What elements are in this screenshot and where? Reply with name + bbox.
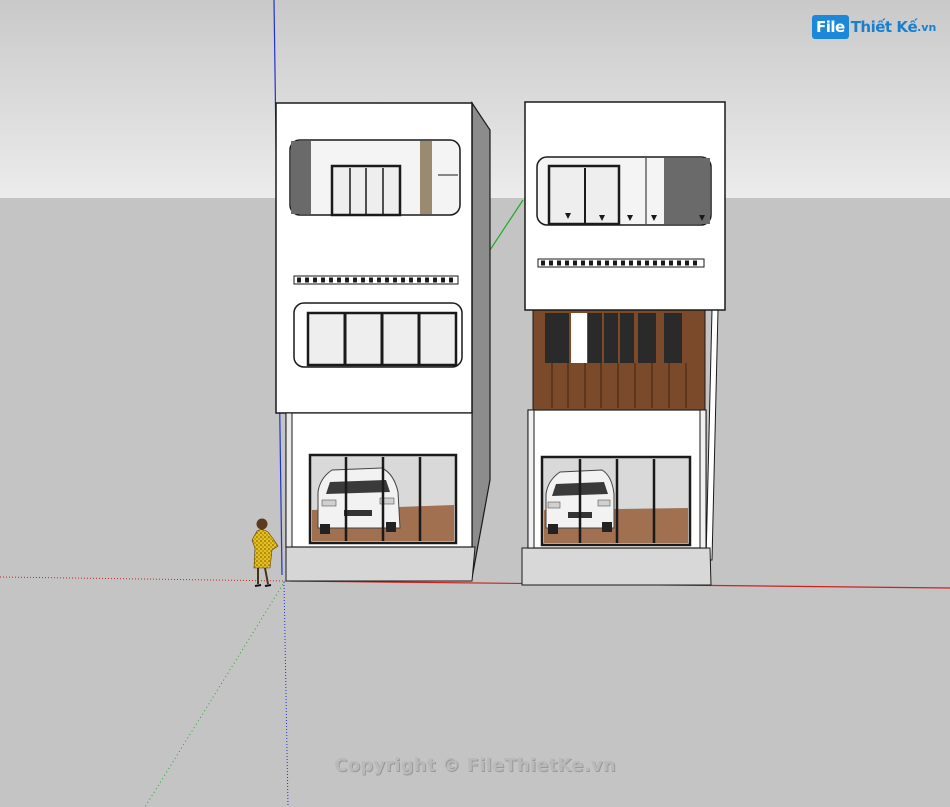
vent-slot xyxy=(305,277,309,283)
vent-slot xyxy=(345,277,349,283)
left-pillar xyxy=(527,409,535,549)
vent-slot xyxy=(669,260,673,266)
vent-slot xyxy=(313,277,317,283)
vent-slot xyxy=(425,277,429,283)
vent-slot xyxy=(433,277,437,283)
ground-slab xyxy=(285,546,476,582)
vent-slot xyxy=(353,277,357,283)
vent-slot xyxy=(401,277,405,283)
vent-slot xyxy=(613,260,617,266)
vent-slot xyxy=(637,260,641,266)
vent-slot xyxy=(409,277,413,283)
vent-slot xyxy=(685,260,689,266)
vent-slot xyxy=(661,260,665,266)
vent-slot xyxy=(361,277,365,283)
vent-slot xyxy=(645,260,649,266)
vent-slot xyxy=(297,277,301,283)
sketchup-viewport[interactable]: File Thiết Kế .vn Copyright © FileThietK… xyxy=(0,0,950,807)
vent-slot xyxy=(369,277,373,283)
vent-slot xyxy=(337,277,341,283)
ground-floor-pillar xyxy=(285,412,293,548)
vent-slot xyxy=(417,277,421,283)
vent-slot xyxy=(621,260,625,266)
window-gap xyxy=(571,313,587,363)
vent-slot xyxy=(589,260,593,266)
vent-slot xyxy=(385,277,389,283)
logo-tld-text: .vn xyxy=(917,20,937,34)
vent-slot xyxy=(653,260,657,266)
vent-slot xyxy=(573,260,577,266)
logo-file-badge: File xyxy=(812,15,849,39)
vent-slot xyxy=(557,260,561,266)
building-right[interactable] xyxy=(521,101,726,586)
vent-slot xyxy=(321,277,325,283)
building-left[interactable] xyxy=(275,101,491,582)
car-icon xyxy=(317,467,401,534)
top-window-dark-panel xyxy=(664,158,710,224)
watermark-logo: File Thiết Kế .vn xyxy=(812,12,936,42)
vent-strip xyxy=(537,258,705,268)
copyright-watermark: Copyright © FileThietKe.vn xyxy=(334,755,616,776)
vent-slot xyxy=(677,260,681,266)
vent-slot xyxy=(393,277,397,283)
top-window-dark-panel xyxy=(291,141,311,214)
ground-slab xyxy=(521,547,712,586)
vent-slot xyxy=(629,260,633,266)
vent-slot xyxy=(541,260,545,266)
wood-post xyxy=(420,141,432,214)
vent-slot xyxy=(449,277,453,283)
vent-slot xyxy=(441,277,445,283)
right-pillar xyxy=(699,409,707,549)
vent-slot xyxy=(581,260,585,266)
model-scene[interactable] xyxy=(0,0,950,807)
vent-strip xyxy=(293,275,459,285)
logo-brand-text: Thiết Kế xyxy=(850,18,918,36)
vent-slot xyxy=(597,260,601,266)
vent-slot xyxy=(377,277,381,283)
vent-slot xyxy=(693,260,697,266)
vent-slot xyxy=(565,260,569,266)
vent-slot xyxy=(605,260,609,266)
vent-slot xyxy=(329,277,333,283)
vent-slot xyxy=(549,260,553,266)
